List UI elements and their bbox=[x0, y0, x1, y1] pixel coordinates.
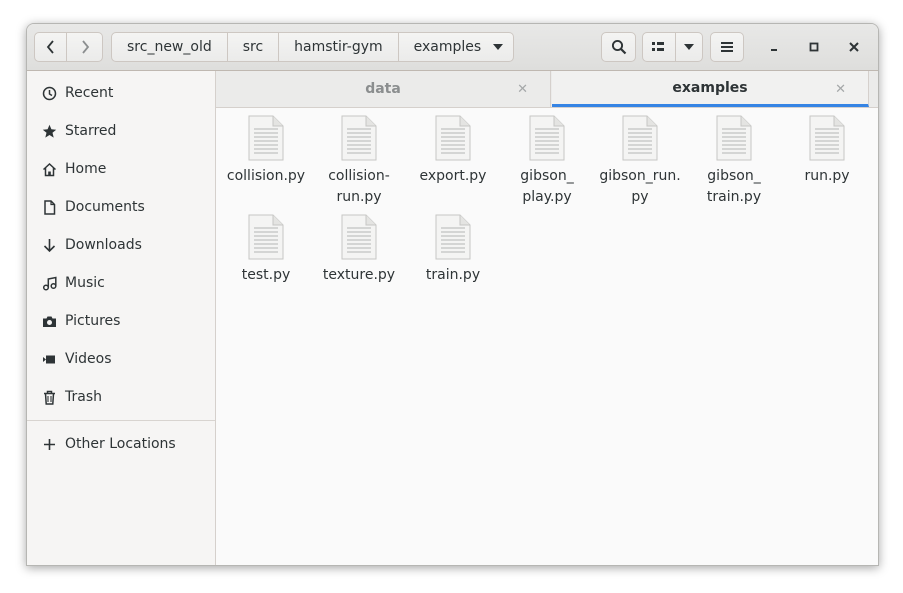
tab-label: data bbox=[365, 81, 401, 97]
text-file-icon bbox=[435, 115, 471, 161]
text-file-icon bbox=[341, 214, 377, 260]
sidebar-item-music[interactable]: Music bbox=[27, 264, 215, 302]
text-file-icon bbox=[248, 115, 284, 161]
sidebar: Recent Starred Home Documents Downloads … bbox=[27, 71, 216, 565]
sidebar-item-pictures[interactable]: Pictures bbox=[27, 302, 215, 340]
text-file-icon bbox=[435, 214, 471, 260]
file-item[interactable]: gibson_ train.py bbox=[688, 115, 780, 208]
sidebar-item-label: Documents bbox=[65, 199, 145, 215]
text-file-icon bbox=[809, 115, 845, 161]
star-icon bbox=[41, 123, 57, 139]
chevron-left-icon bbox=[46, 40, 54, 54]
clock-icon bbox=[41, 85, 57, 101]
sidebar-item-label: Home bbox=[65, 161, 107, 177]
sidebar-item-label: Pictures bbox=[65, 313, 121, 329]
plus-icon bbox=[41, 436, 57, 452]
minimize-button[interactable] bbox=[761, 34, 787, 60]
minimize-icon bbox=[771, 49, 777, 51]
tab-label: examples bbox=[672, 79, 748, 96]
file-manager-window: src_new_old src hamstir-gym examples Rec… bbox=[26, 23, 879, 566]
sidebar-item-starred[interactable]: Starred bbox=[27, 112, 215, 150]
file-name: gibson_run. py bbox=[599, 168, 681, 205]
view-toggle-button[interactable] bbox=[642, 32, 676, 62]
search-button[interactable] bbox=[601, 32, 636, 62]
header-bar: src_new_old src hamstir-gym examples bbox=[27, 24, 878, 71]
text-file-icon bbox=[716, 115, 752, 161]
tab-close-icon[interactable]: ✕ bbox=[835, 82, 846, 97]
breadcrumb-item[interactable]: src_new_old bbox=[111, 32, 228, 62]
document-icon bbox=[41, 199, 57, 215]
search-icon bbox=[611, 39, 626, 55]
sidebar-item-label: Videos bbox=[65, 351, 112, 367]
sidebar-item-label: Music bbox=[65, 275, 105, 291]
tab-close-icon[interactable]: ✕ bbox=[517, 82, 528, 97]
file-name: gibson_ train.py bbox=[706, 168, 762, 205]
file-item[interactable]: test.py bbox=[220, 214, 312, 286]
file-item[interactable]: collision.py bbox=[220, 115, 312, 187]
tab-bar: data ✕ examples ✕ bbox=[216, 71, 878, 108]
download-icon bbox=[41, 237, 57, 253]
forward-button[interactable] bbox=[67, 32, 103, 62]
breadcrumb-current-label: examples bbox=[413, 39, 482, 55]
chevron-right-icon bbox=[81, 40, 89, 54]
file-name: gibson_ play.py bbox=[520, 168, 574, 205]
text-file-icon bbox=[529, 115, 565, 161]
sidebar-item-label: Starred bbox=[65, 123, 117, 139]
file-item[interactable]: run.py bbox=[781, 115, 873, 187]
sidebar-item-other-locations[interactable]: Other Locations bbox=[27, 425, 215, 463]
chevron-down-icon bbox=[684, 44, 694, 50]
sidebar-item-videos[interactable]: Videos bbox=[27, 340, 215, 378]
breadcrumb: src_new_old src hamstir-gym examples bbox=[111, 32, 515, 62]
dropdown-arrow-icon bbox=[493, 44, 504, 50]
hamburger-icon bbox=[721, 42, 733, 52]
file-name: run.py bbox=[804, 168, 850, 184]
sidebar-item-label: Recent bbox=[65, 85, 114, 101]
tab-data[interactable]: data ✕ bbox=[216, 71, 551, 107]
text-file-icon bbox=[248, 214, 284, 260]
file-item[interactable]: train.py bbox=[407, 214, 499, 286]
video-icon bbox=[41, 351, 57, 367]
file-name: test.py bbox=[241, 267, 291, 283]
sidebar-divider bbox=[27, 420, 215, 421]
file-item[interactable]: gibson_ play.py bbox=[501, 115, 593, 208]
view-options-button[interactable] bbox=[676, 32, 703, 62]
sidebar-item-label: Downloads bbox=[65, 237, 142, 253]
breadcrumb-item[interactable]: hamstir-gym bbox=[279, 32, 399, 62]
text-file-icon bbox=[341, 115, 377, 161]
sidebar-item-label: Trash bbox=[65, 389, 102, 405]
main-menu-button[interactable] bbox=[710, 32, 744, 62]
file-name: texture.py bbox=[322, 267, 396, 283]
file-grid: collision.py collision- run.py export.py… bbox=[216, 108, 878, 565]
maximize-icon bbox=[809, 42, 819, 52]
file-item[interactable]: gibson_run. py bbox=[594, 115, 686, 208]
file-name: collision- run.py bbox=[328, 168, 390, 205]
breadcrumb-current[interactable]: examples bbox=[398, 32, 515, 62]
sidebar-item-trash[interactable]: Trash bbox=[27, 378, 215, 416]
close-button[interactable] bbox=[841, 34, 867, 60]
maximize-button[interactable] bbox=[801, 34, 827, 60]
file-item[interactable]: texture.py bbox=[313, 214, 405, 286]
sidebar-item-home[interactable]: Home bbox=[27, 150, 215, 188]
home-icon bbox=[41, 161, 57, 177]
file-name: export.py bbox=[419, 168, 487, 184]
sidebar-item-downloads[interactable]: Downloads bbox=[27, 226, 215, 264]
text-file-icon bbox=[622, 115, 658, 161]
list-view-icon bbox=[652, 42, 664, 51]
file-name: train.py bbox=[425, 267, 481, 283]
file-item[interactable]: export.py bbox=[407, 115, 499, 187]
close-icon bbox=[849, 42, 859, 52]
back-button[interactable] bbox=[34, 32, 67, 62]
sidebar-item-documents[interactable]: Documents bbox=[27, 188, 215, 226]
file-name: collision.py bbox=[226, 168, 306, 184]
breadcrumb-item[interactable]: src bbox=[227, 32, 280, 62]
sidebar-item-recent[interactable]: Recent bbox=[27, 74, 215, 112]
file-item[interactable]: collision- run.py bbox=[313, 115, 405, 208]
tab-examples[interactable]: examples ✕ bbox=[552, 71, 869, 107]
trash-icon bbox=[41, 389, 57, 405]
sidebar-item-label: Other Locations bbox=[65, 436, 176, 452]
camera-icon bbox=[41, 313, 57, 329]
music-icon bbox=[41, 275, 57, 291]
